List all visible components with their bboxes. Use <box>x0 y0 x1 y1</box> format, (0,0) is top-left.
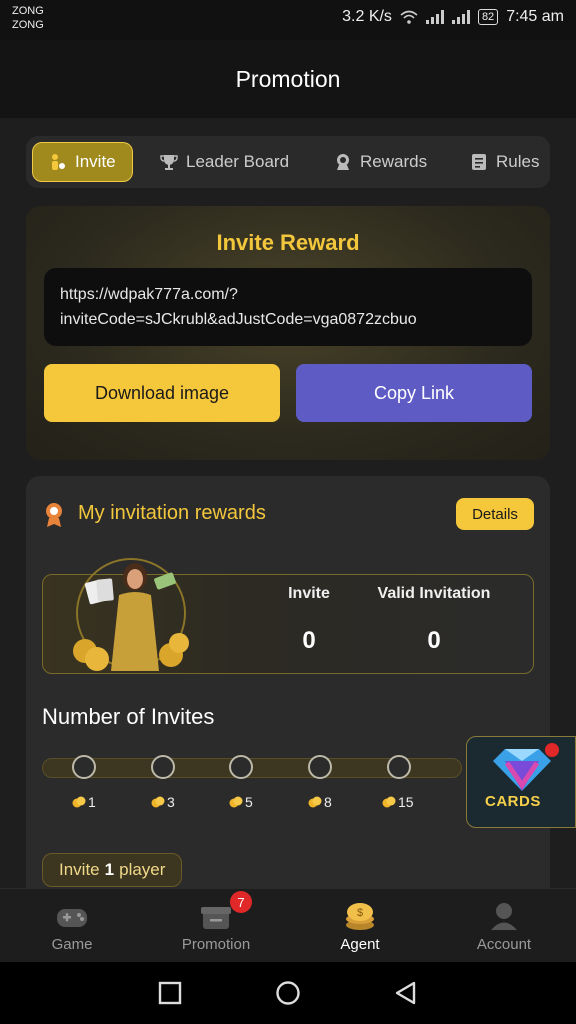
page-title: Promotion <box>235 65 341 92</box>
nav-label: Promotion <box>181 936 251 953</box>
coin-icon <box>229 796 243 808</box>
battery-icon: 82 <box>477 9 499 25</box>
gamepad-icon <box>57 909 87 927</box>
details-button[interactable]: Details <box>456 498 534 530</box>
clock: 7:45 am <box>506 8 564 25</box>
promotion-badge: 7 <box>230 891 252 913</box>
app-header: Promotion <box>0 40 576 118</box>
tab-rules[interactable]: Rules <box>470 142 539 182</box>
nav-label: Account <box>476 936 532 953</box>
copy-link-button[interactable]: Copy Link <box>296 364 532 422</box>
invite-reward-title: Invite Reward <box>216 230 360 255</box>
milestone-label: 8 <box>308 794 332 810</box>
tab-label: Leader Board <box>186 152 290 171</box>
tab-bar: Invite Leader Board Rewards Rules <box>26 136 550 188</box>
user-icon <box>491 903 517 930</box>
back-icon[interactable] <box>393 980 419 1006</box>
valid-invitation-label: Valid Invitation <box>377 585 491 602</box>
invite-player-suffix: player <box>119 860 166 879</box>
tab-leader-board[interactable]: Leader Board <box>160 142 289 182</box>
signal-icon-2 <box>451 10 470 24</box>
rewards-title: My invitation rewards <box>78 502 266 524</box>
nav-agent[interactable]: $ Agent <box>288 889 432 963</box>
carrier-name-2: ZONG <box>12 19 44 31</box>
milestone-marker <box>72 755 96 779</box>
coin-icon <box>151 796 165 808</box>
signal-icon <box>425 10 444 24</box>
invite-count-value: 0 <box>302 627 316 654</box>
coin-icon <box>382 796 396 808</box>
number-of-invites-heading: Number of Invites <box>42 704 215 729</box>
invite-player-chip: Invite 1 player <box>42 853 183 887</box>
coin-stack-icon: $ <box>346 903 374 930</box>
invite-count-label: Invite <box>288 585 330 602</box>
invite-stats-box: Invite 0 Valid Invitation 0 <box>42 558 534 674</box>
home-icon[interactable] <box>275 980 301 1006</box>
reward-medal-icon <box>337 154 349 170</box>
trophy-icon <box>160 155 178 170</box>
download-image-button[interactable]: Download image <box>44 364 280 422</box>
invite-player-count: 1 <box>104 860 115 879</box>
network-speed: 3.2 K/s <box>342 8 392 25</box>
nav-game[interactable]: Game <box>0 889 144 963</box>
milestone-label: 5 <box>229 794 253 810</box>
tab-invite[interactable]: Invite <box>32 142 133 182</box>
nav-label: Agent <box>340 936 380 953</box>
milestone-marker <box>387 755 411 779</box>
invite-icon <box>52 154 65 170</box>
invite-reward-card: Invite Reward https://wdpak777a.com/? in… <box>26 206 550 460</box>
status-bar: ZONG ZONG 3.2 K/s 82 7:45 am <box>0 0 576 40</box>
tab-label: Rewards <box>360 152 428 171</box>
invite-link-line-2: inviteCode=sJCkrubl&adJustCode=vga0872zc… <box>60 311 417 328</box>
carrier-name: ZONG <box>12 5 44 17</box>
notification-dot <box>545 743 559 757</box>
bottom-nav: Game 7 Promotion $ Agent Account <box>0 888 576 962</box>
wifi-icon <box>400 10 418 24</box>
coin-icon <box>308 796 322 808</box>
promo-woman-illustration <box>73 558 189 671</box>
milestone-marker <box>229 755 253 779</box>
tab-label: Rules <box>496 152 540 171</box>
invite-player-prefix: Invite <box>59 860 100 879</box>
svg-text:$: $ <box>357 907 363 919</box>
nav-label: Game <box>51 936 93 953</box>
milestone-marker <box>308 755 332 779</box>
milestone-label: 15 <box>382 794 414 810</box>
milestone-label: 1 <box>72 794 96 810</box>
nav-promotion[interactable]: 7 Promotion <box>144 889 288 963</box>
system-nav-bar <box>0 962 576 1024</box>
tab-label: Invite <box>75 152 116 171</box>
gift-box-icon <box>201 907 231 929</box>
medal-icon <box>46 503 62 527</box>
coin-icon <box>72 796 86 808</box>
valid-invitation-value: 0 <box>427 627 441 654</box>
nav-account[interactable]: Account <box>432 889 576 963</box>
rules-document-icon <box>472 154 486 170</box>
cards-label: CARDS <box>485 793 541 810</box>
floating-cards-widget[interactable]: CARDS <box>466 736 576 828</box>
invite-link-line-1: https://wdpak777a.com/? <box>60 286 238 303</box>
tab-rewards[interactable]: Rewards <box>334 142 427 182</box>
invite-link-box[interactable]: https://wdpak777a.com/? inviteCode=sJCkr… <box>44 268 532 346</box>
recent-apps-icon[interactable] <box>157 980 183 1006</box>
milestone-marker <box>151 755 175 779</box>
milestone-label: 3 <box>151 794 175 810</box>
